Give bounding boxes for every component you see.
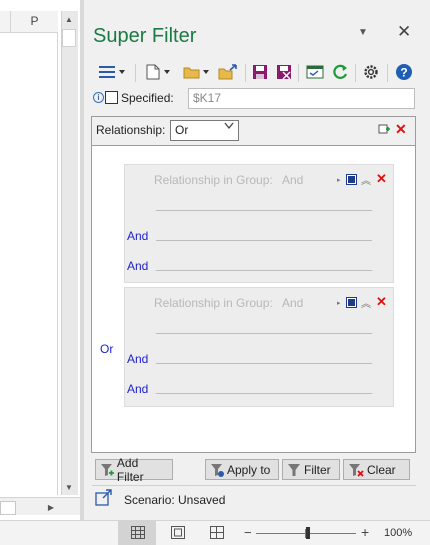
- condition-line[interactable]: [156, 333, 372, 334]
- scenario-label: Scenario:: [124, 493, 175, 507]
- scroll-up-arrow-icon[interactable]: ▲: [62, 13, 76, 27]
- group-relationship-label: Relationship in Group:: [154, 173, 273, 187]
- clear-label: Clear: [367, 462, 396, 477]
- scenario-link-icon[interactable]: [95, 489, 113, 510]
- apply-to-label: Apply to: [227, 462, 271, 477]
- add-condition-icon[interactable]: [346, 174, 357, 188]
- zoom-in-button[interactable]: +: [361, 524, 369, 540]
- filter-label: Filter: [304, 462, 331, 477]
- panel-title: Super Filter: [93, 25, 197, 47]
- relationship-label: Relationship:: [96, 123, 166, 137]
- condition-line[interactable]: [156, 210, 372, 211]
- info-icon[interactable]: i: [93, 92, 104, 103]
- zoom-slider-thumb[interactable]: [306, 527, 310, 539]
- apply-to-icon: [211, 463, 224, 477]
- expand-arrow-icon[interactable]: ▸: [337, 299, 341, 307]
- import-icon[interactable]: [217, 62, 239, 82]
- specified-label: Specified:: [121, 91, 174, 105]
- toolbar-separator: [298, 64, 299, 82]
- open-folder-icon[interactable]: [182, 62, 214, 82]
- outer-relationship-label[interactable]: Or: [100, 342, 113, 356]
- toolbar-separator: [135, 64, 136, 82]
- condition-relationship-label[interactable]: And: [127, 352, 148, 366]
- svg-text:?: ?: [400, 66, 407, 80]
- condition-line[interactable]: [156, 363, 372, 364]
- collapse-up-icon[interactable]: ︽: [361, 295, 371, 310]
- group-relationship-value[interactable]: And: [282, 173, 303, 187]
- condition-relationship-label[interactable]: And: [127, 229, 148, 243]
- panel-options-icon[interactable]: ▼: [358, 27, 368, 38]
- add-filter-icon: [100, 463, 114, 476]
- toolbar-separator: [387, 64, 388, 82]
- toolbar-separator: [355, 64, 356, 82]
- normal-view-icon[interactable]: [131, 526, 145, 542]
- divider: [92, 485, 416, 486]
- column-header-p[interactable]: P: [10, 11, 58, 33]
- delete-group-icon[interactable]: ✕: [376, 294, 387, 310]
- delete-all-icon[interactable]: ✕: [395, 121, 407, 138]
- filter-icon: [288, 463, 300, 476]
- clear-button[interactable]: Clear: [343, 459, 410, 480]
- scroll-thumb[interactable]: [62, 29, 76, 47]
- toolbar-separator: [245, 64, 246, 82]
- help-icon[interactable]: ?: [394, 62, 414, 82]
- add-filter-label: Add Filter: [116, 455, 144, 484]
- group-relationship-label: Relationship in Group:: [154, 296, 273, 310]
- condition-line[interactable]: [156, 393, 372, 394]
- vertical-scrollbar[interactable]: [61, 11, 78, 495]
- new-file-icon[interactable]: [143, 62, 175, 82]
- scroll-down-arrow-icon[interactable]: ▼: [62, 481, 76, 495]
- zoom-out-button[interactable]: −: [244, 525, 252, 540]
- close-icon[interactable]: ✕: [397, 22, 411, 42]
- add-condition-icon[interactable]: [346, 297, 357, 311]
- collapse-up-icon[interactable]: ︽: [361, 172, 371, 187]
- add-group-icon[interactable]: [378, 123, 390, 138]
- specified-range-input[interactable]: $K17: [188, 88, 415, 109]
- scenario-value: Unsaved: [178, 493, 226, 507]
- condition-line[interactable]: [156, 240, 372, 241]
- specified-checkbox[interactable]: [105, 91, 118, 104]
- condition-relationship-label[interactable]: And: [127, 382, 148, 396]
- expand-arrow-icon[interactable]: ▸: [337, 176, 341, 184]
- apply-to-button[interactable]: Apply to: [205, 459, 279, 480]
- group-relationship-value[interactable]: And: [282, 296, 303, 310]
- delete-group-icon[interactable]: ✕: [376, 171, 387, 187]
- window-icon[interactable]: [305, 62, 325, 82]
- chevron-down-icon[interactable]: [224, 122, 234, 132]
- settings-icon[interactable]: [361, 62, 381, 82]
- condition-line[interactable]: [156, 270, 372, 271]
- page-break-view-icon[interactable]: [210, 526, 224, 542]
- horizontal-scroll-thumb[interactable]: [0, 501, 16, 515]
- scroll-right-arrow-icon[interactable]: ▶: [44, 501, 58, 515]
- page-layout-view-icon[interactable]: [171, 526, 185, 542]
- save-icon[interactable]: [251, 62, 269, 82]
- add-filter-button[interactable]: Add Filter: [95, 456, 173, 484]
- save-as-icon[interactable]: [275, 62, 293, 82]
- refresh-icon[interactable]: [330, 62, 350, 82]
- zoom-level[interactable]: 100%: [384, 527, 412, 539]
- clear-filter-icon: [349, 463, 364, 477]
- hamburger-menu-icon[interactable]: [96, 62, 128, 82]
- condition-relationship-label[interactable]: And: [127, 259, 148, 273]
- filter-button[interactable]: Filter: [282, 459, 340, 480]
- column-cells[interactable]: [0, 33, 58, 495]
